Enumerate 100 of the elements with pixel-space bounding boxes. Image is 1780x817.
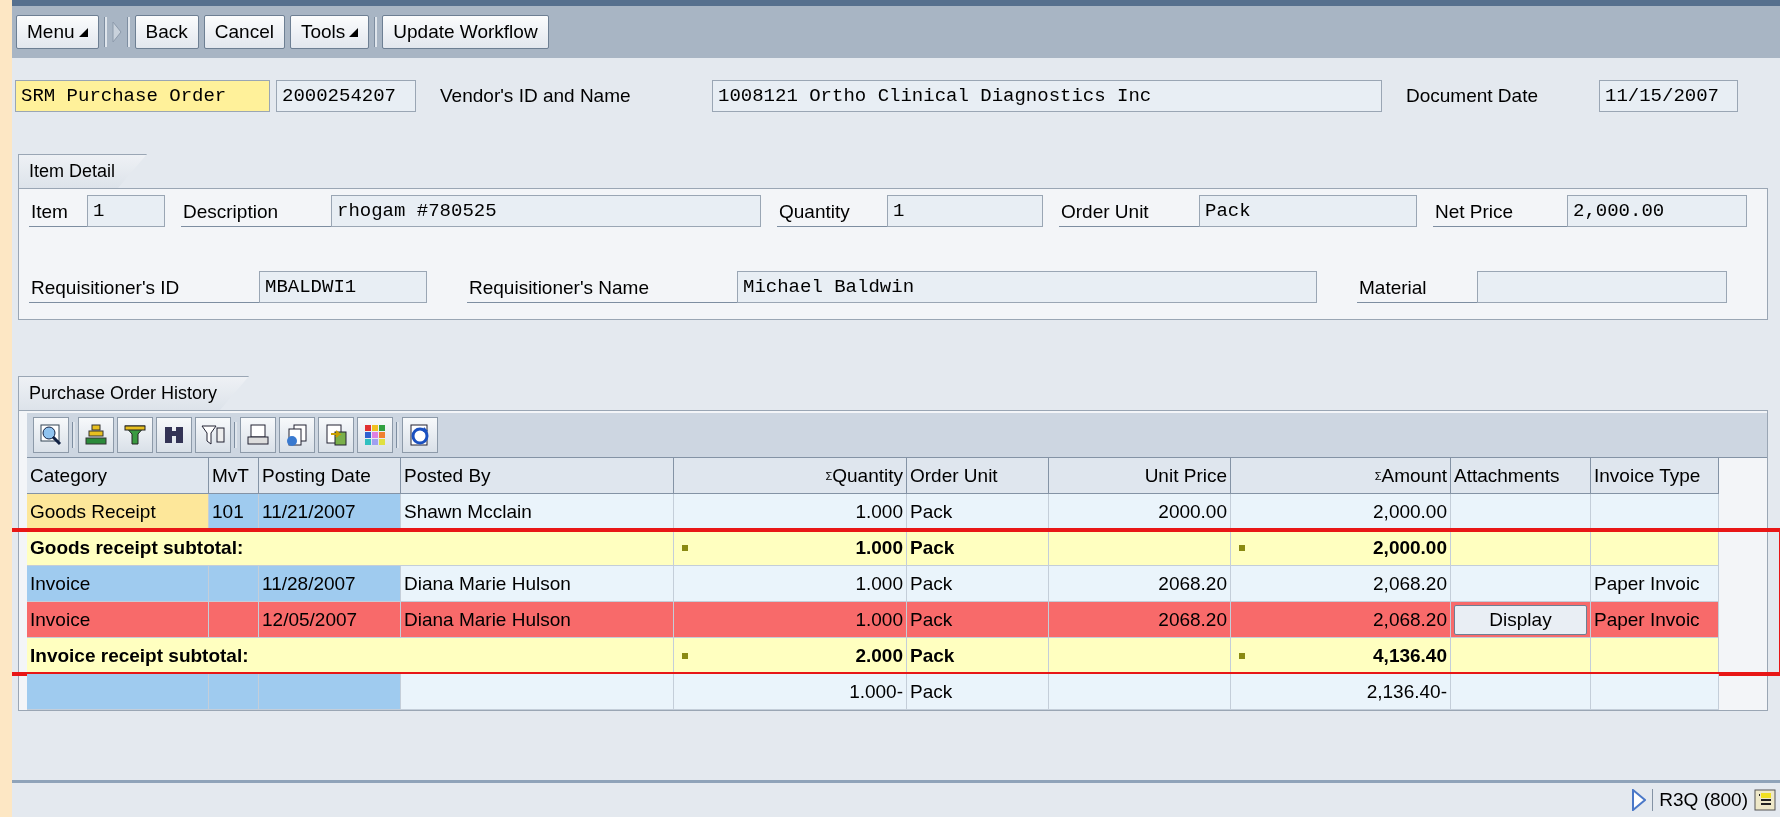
column-header[interactable]: Category [27, 458, 209, 494]
input-field[interactable]: 11/15/2007 [1599, 80, 1738, 112]
table-cell: Pack [907, 674, 1049, 710]
table-cell: 11/28/2007 [259, 566, 401, 602]
column-label: Amount [1381, 464, 1447, 487]
column-label: Posting Date [262, 464, 371, 487]
column-label: Unit Price [1144, 464, 1227, 487]
stack-icon [83, 422, 109, 448]
input-field[interactable]: Pack [1199, 195, 1417, 227]
input-field[interactable]: MBALDWI1 [259, 271, 427, 303]
field-label: Vendor's ID and Name [439, 85, 632, 107]
subtotal-unit: Pack [907, 530, 1049, 566]
column-header[interactable]: Invoice Type [1591, 458, 1719, 494]
input-field[interactable] [1477, 271, 1727, 303]
grid-button[interactable] [357, 417, 393, 453]
table-cell: 2,068.20 [1231, 566, 1451, 602]
funnel-button[interactable] [117, 417, 153, 453]
toolbar-button[interactable]: Update Workflow [382, 15, 549, 49]
toolbar-button[interactable]: Cancel [203, 15, 285, 49]
subtotal-marker-icon [682, 544, 688, 551]
column-label: Quantity [832, 464, 903, 487]
subtotal-amount: 4,136.40 [1231, 638, 1451, 674]
magnifier-icon [38, 422, 64, 448]
column-header[interactable]: ΣQuantity [674, 458, 907, 494]
table-cell: 1.000 [674, 494, 907, 530]
menu-button[interactable]: Menu [16, 15, 99, 49]
column-header[interactable]: Unit Price [1049, 458, 1231, 494]
document-number-field[interactable]: 2000254207 [276, 80, 416, 112]
table-cell: Diana Marie Hulson [401, 566, 674, 602]
documents-button[interactable] [279, 417, 315, 453]
column-label: Attachments [1454, 464, 1560, 487]
funnel-icon [122, 422, 148, 448]
refresh-button[interactable] [402, 417, 438, 453]
table-cell: Paper Invoic [1591, 602, 1719, 638]
table-cell: Diana Marie Hulson [401, 602, 674, 638]
table-cell: 1.000- [674, 674, 907, 710]
column-label: Posted By [404, 464, 491, 487]
input-field[interactable]: 1 [87, 195, 165, 227]
table-cell: 2068.20 [1049, 566, 1231, 602]
column-header[interactable]: Order Unit [907, 458, 1049, 494]
display-button[interactable]: Display [1454, 604, 1587, 635]
magnifier-button[interactable] [33, 417, 69, 453]
table-cell: 11/21/2007 [259, 494, 401, 530]
sum-mark: Σ [825, 469, 833, 482]
table-cell: 1.000 [674, 602, 907, 638]
subtotal-label: Invoice receipt subtotal: [27, 638, 674, 674]
sum-mark: Σ [1374, 469, 1382, 482]
export-icon [323, 422, 349, 448]
table-cell: Pack [907, 566, 1049, 602]
printer-icon [245, 422, 271, 448]
table-cell: 2,136.40- [1231, 674, 1451, 710]
subtotal-marker-icon [1239, 544, 1245, 551]
table-cell: 2,068.20 [1231, 602, 1451, 638]
subtotal-label: Goods receipt subtotal: [27, 530, 674, 566]
column-label: Category [30, 464, 108, 487]
caret-icon [349, 27, 359, 37]
document-type-field[interactable]: SRM Purchase Order [15, 80, 270, 112]
grid-icon [362, 422, 388, 448]
subtotal-marker-icon [1239, 652, 1245, 659]
table-cell: 2,000.00 [1231, 494, 1451, 530]
column-label: MvT [212, 464, 249, 487]
column-header[interactable]: ΣAmount [1231, 458, 1451, 494]
column-header[interactable]: Attachments [1451, 458, 1591, 494]
subtotal-unit: Pack [907, 638, 1049, 674]
input-field[interactable]: Michael Baldwin [737, 271, 1317, 303]
table-cell: Pack [907, 494, 1049, 530]
subtotal-quantity: 2.000 [674, 638, 907, 674]
subtotal-quantity: 1.000 [674, 530, 907, 566]
table-cell: Goods Receipt [27, 494, 209, 530]
input-field[interactable]: 1 [887, 195, 1043, 227]
input-field[interactable]: 2,000.00 [1567, 195, 1747, 227]
stack-button[interactable] [78, 417, 114, 453]
column-label: Invoice Type [1594, 464, 1701, 487]
table-cell: Invoice [27, 566, 209, 602]
table-cell: Pack [907, 602, 1049, 638]
filter-button[interactable] [195, 417, 231, 453]
table-cell: 101 [209, 494, 259, 530]
triangle-icon [1632, 789, 1647, 811]
table-cell: 1.000 [674, 566, 907, 602]
table-cell: Invoice [27, 602, 209, 638]
menu-button[interactable]: Tools [289, 15, 370, 49]
field-label: Document Date [1405, 85, 1539, 107]
triangle-icon [111, 21, 122, 43]
list-icon[interactable] [1754, 789, 1776, 811]
filter-icon [200, 422, 226, 448]
binoculars-button[interactable] [156, 417, 192, 453]
column-header[interactable]: MvT [209, 458, 259, 494]
table-cell: 2068.20 [1049, 602, 1231, 638]
column-header[interactable]: Posted By [401, 458, 674, 494]
input-field[interactable]: 1008121 Ortho Clinical Diagnostics Inc [712, 80, 1382, 112]
caret-icon [78, 27, 88, 37]
column-header[interactable]: Posting Date [259, 458, 401, 494]
export-button[interactable] [318, 417, 354, 453]
toolbar-button[interactable]: Back [134, 15, 199, 49]
documents-icon [284, 422, 310, 448]
table-cell: 12/05/2007 [259, 602, 401, 638]
printer-button[interactable] [240, 417, 276, 453]
system-info: R3Q (800) [1652, 789, 1748, 811]
table-cell: Shawn Mcclain [401, 494, 674, 530]
input-field[interactable]: rhogam #780525 [331, 195, 761, 227]
